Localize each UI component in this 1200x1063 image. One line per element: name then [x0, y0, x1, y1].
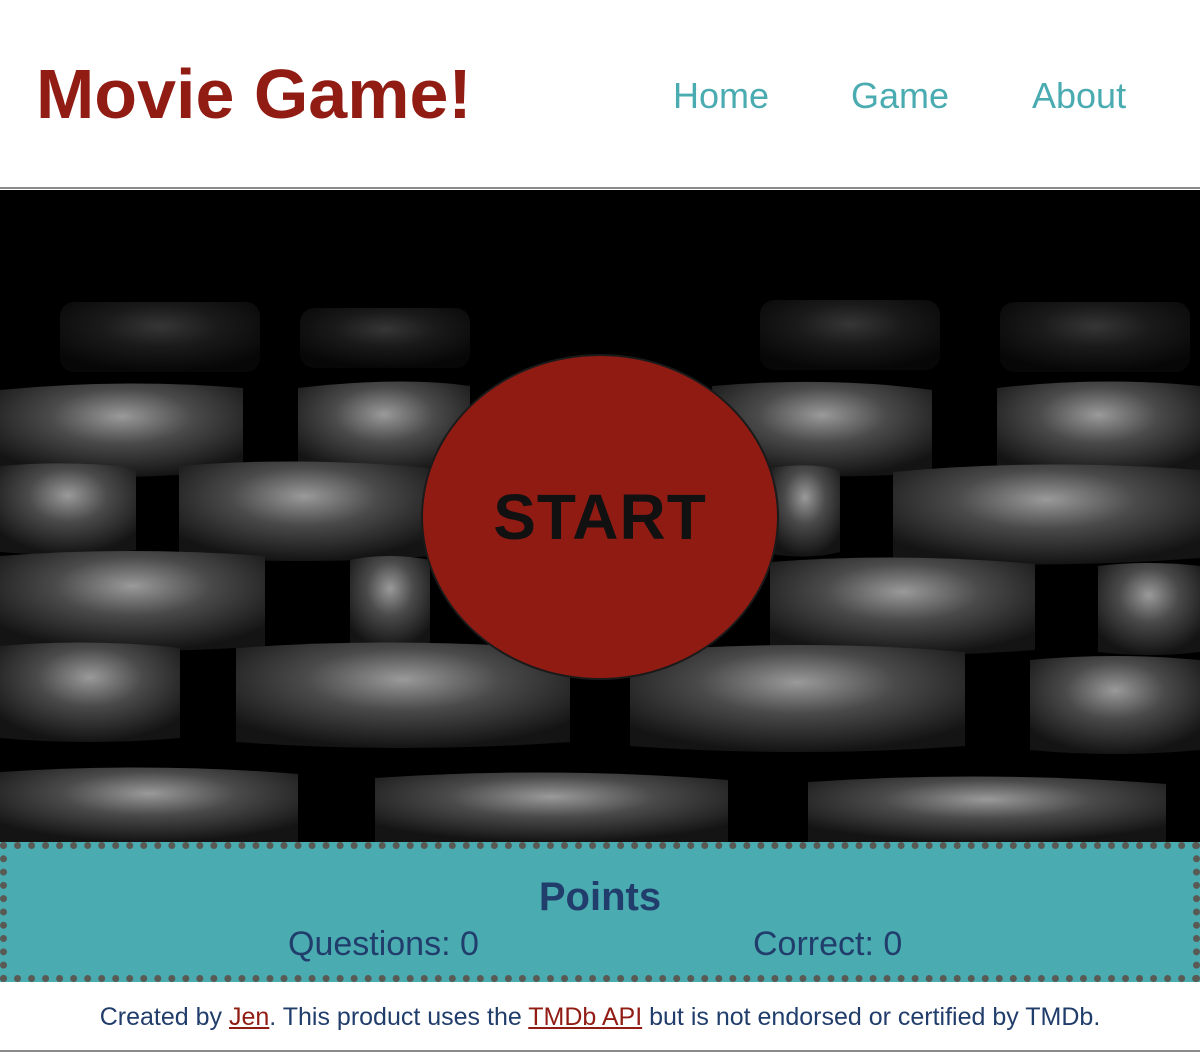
questions-label: Questions: — [288, 925, 451, 963]
questions-value: 0 — [459, 925, 479, 963]
start-button-label: START — [493, 481, 707, 553]
nav-link-home[interactable]: Home — [673, 74, 769, 118]
nav-link-game[interactable]: Game — [851, 74, 949, 118]
points-title: Points — [538, 875, 662, 919]
questions-stat: Questions: 0 — [288, 924, 479, 964]
site-title: Movie Game! — [36, 55, 472, 133]
points-panel: Points Questions: 0 Correct: 0 — [0, 842, 1200, 982]
theater-seats-background: START — [0, 190, 1200, 842]
footer-prefix: Created by — [99, 1003, 229, 1031]
site-footer: Created by Jen. This product uses the TM… — [0, 982, 1200, 1052]
correct-value: 0 — [883, 925, 903, 963]
site-header: Movie Game! Home Game About — [0, 0, 1200, 189]
start-button[interactable]: START — [421, 354, 779, 680]
author-link[interactable]: Jen — [229, 1003, 269, 1031]
footer-middle: . This product uses the — [269, 1003, 529, 1031]
nav-link-about[interactable]: About — [1032, 74, 1126, 118]
tmdb-api-link[interactable]: TMDb API — [528, 1003, 642, 1031]
correct-label: Correct: — [753, 925, 874, 963]
correct-stat: Correct: 0 — [753, 924, 902, 964]
footer-suffix: but is not endorsed or certified by TMDb… — [642, 1003, 1101, 1031]
